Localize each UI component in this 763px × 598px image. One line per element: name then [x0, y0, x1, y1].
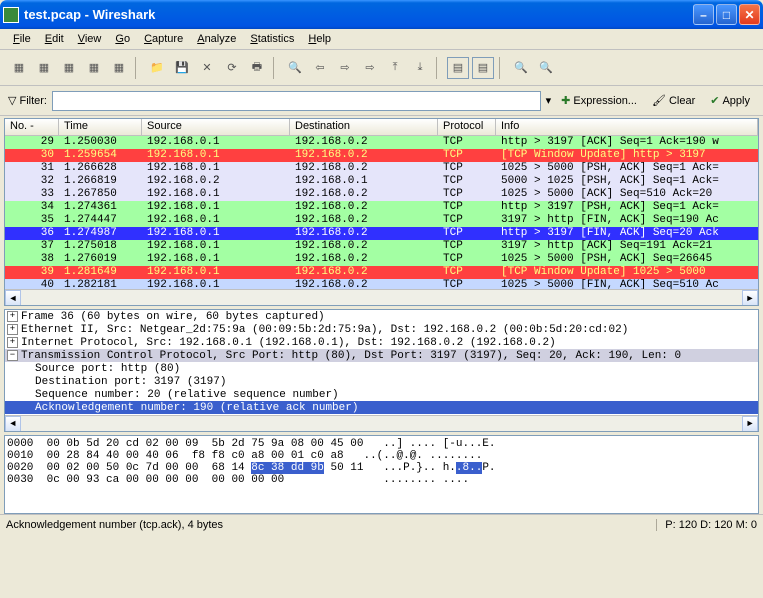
packet-list-pane: No. - Time Source Destination Protocol I… — [4, 118, 759, 306]
detail-dstport[interactable]: Destination port: 3197 (3197) — [5, 375, 758, 388]
col-protocol[interactable]: Protocol — [438, 119, 496, 135]
packet-row[interactable]: 391.281649192.168.0.1192.168.0.2TCP[TCP … — [5, 266, 758, 279]
scroll-left-icon[interactable]: ◄ — [5, 290, 21, 306]
collapse-icon[interactable]: − — [7, 350, 18, 361]
back-icon[interactable]: ⇦ — [309, 57, 331, 79]
toolbar-separator — [436, 57, 442, 79]
scroll-track[interactable] — [21, 416, 742, 431]
app-icon — [3, 7, 19, 23]
minimize-button[interactable]: – — [693, 4, 714, 25]
clear-button[interactable]: 🖌 Clear — [647, 93, 700, 108]
packet-row[interactable]: 341.274361192.168.0.1192.168.0.2TCPhttp … — [5, 201, 758, 214]
col-no[interactable]: No. - — [5, 119, 59, 135]
expand-icon[interactable]: + — [7, 337, 18, 348]
apply-button[interactable]: ✔ Apply — [705, 93, 755, 108]
packet-row[interactable]: 311.266628192.168.0.1192.168.0.2TCP1025 … — [5, 162, 758, 175]
start-capture-icon[interactable]: ▦ — [58, 57, 80, 79]
last-packet-icon[interactable]: ⤓ — [409, 57, 431, 79]
menu-file[interactable]: File — [6, 31, 38, 47]
first-packet-icon[interactable]: ⤒ — [384, 57, 406, 79]
check-icon: ✔ — [710, 94, 719, 107]
close-button[interactable]: ✕ — [739, 4, 760, 25]
packet-row[interactable]: 381.276019192.168.0.1192.168.0.2TCP1025 … — [5, 253, 758, 266]
forward-icon[interactable]: ⇨ — [334, 57, 356, 79]
packet-row[interactable]: 351.274447192.168.0.1192.168.0.2TCP3197 … — [5, 214, 758, 227]
options-icon[interactable]: ▦ — [33, 57, 55, 79]
menu-edit[interactable]: Edit — [38, 31, 71, 47]
window-titlebar: test.pcap - Wireshark – □ ✕ — [0, 0, 763, 29]
expand-icon[interactable]: + — [7, 311, 18, 322]
packet-row[interactable]: 331.267850192.168.0.1192.168.0.2TCP1025 … — [5, 188, 758, 201]
menubar: File Edit View Go Capture Analyze Statis… — [0, 29, 763, 50]
packet-bytes-pane[interactable]: 0000 00 0b 5d 20 cd 02 00 09 5b 2d 75 9a… — [4, 435, 759, 514]
menu-go[interactable]: Go — [108, 31, 137, 47]
hex-selected: 8c 38 dd 9b — [251, 462, 324, 474]
horizontal-scrollbar[interactable]: ◄ ► — [5, 415, 758, 431]
detail-frame[interactable]: +Frame 36 (60 bytes on wire, 60 bytes ca… — [5, 310, 758, 323]
detail-eth[interactable]: +Ethernet II, Src: Netgear_2d:75:9a (00:… — [5, 323, 758, 336]
maximize-button[interactable]: □ — [716, 4, 737, 25]
expand-icon[interactable]: + — [7, 324, 18, 335]
toolbar-separator — [273, 57, 279, 79]
restart-capture-icon[interactable]: ▦ — [108, 57, 130, 79]
menu-capture[interactable]: Capture — [137, 31, 190, 47]
packet-details-pane: +Frame 36 (60 bytes on wire, 60 bytes ca… — [4, 309, 759, 432]
find-icon[interactable]: 🔍 — [284, 57, 306, 79]
print-icon[interactable]: 🖶 — [246, 57, 268, 79]
detail-ip[interactable]: +Internet Protocol, Src: 192.168.0.1 (19… — [5, 336, 758, 349]
close-file-icon[interactable]: ✕ — [196, 57, 218, 79]
plus-icon: ✚ — [561, 94, 570, 107]
reload-icon[interactable]: ⟳ — [221, 57, 243, 79]
filter-label: ▽ Filter: — [8, 94, 47, 107]
horizontal-scrollbar[interactable]: ◄ ► — [5, 289, 758, 305]
scroll-right-icon[interactable]: ► — [742, 416, 758, 432]
detail-seqnum[interactable]: Sequence number: 20 (relative sequence n… — [5, 388, 758, 401]
brush-icon: 🖌 — [652, 94, 666, 107]
packet-row[interactable]: 291.250030192.168.0.1192.168.0.2TCPhttp … — [5, 136, 758, 149]
status-right: P: 120 D: 120 M: 0 — [665, 519, 757, 531]
col-destination[interactable]: Destination — [290, 119, 438, 135]
detail-acknum[interactable]: Acknowledgement number: 190 (relative ac… — [5, 401, 758, 414]
open-icon[interactable]: 📁 — [146, 57, 168, 79]
menu-help[interactable]: Help — [301, 31, 338, 47]
scroll-track[interactable] — [21, 290, 742, 305]
col-info[interactable]: Info — [496, 119, 758, 135]
menu-view[interactable]: View — [71, 31, 109, 47]
packet-row[interactable]: 301.259654192.168.0.1192.168.0.2TCP[TCP … — [5, 149, 758, 162]
menu-statistics[interactable]: Statistics — [243, 31, 301, 47]
toolbar-separator — [499, 57, 505, 79]
zoom-in-icon[interactable]: 🔍 — [510, 57, 532, 79]
autoscroll-icon[interactable]: ▤ — [472, 57, 494, 79]
filter-toolbar: ▽ Filter: ▾ ✚ Expression... 🖌 Clear ✔ Ap… — [0, 86, 763, 116]
interfaces-icon[interactable]: ▦ — [8, 57, 30, 79]
col-source[interactable]: Source — [142, 119, 290, 135]
dropdown-icon[interactable]: ▾ — [546, 94, 552, 107]
menu-analyze[interactable]: Analyze — [190, 31, 243, 47]
filter-icon: ▽ — [8, 94, 16, 107]
filter-input[interactable] — [52, 91, 541, 111]
col-time[interactable]: Time — [59, 119, 142, 135]
packet-row[interactable]: 321.266819192.168.0.2192.168.0.1TCP5000 … — [5, 175, 758, 188]
save-icon[interactable]: 💾 — [171, 57, 193, 79]
status-left: Acknowledgement number (tcp.ack), 4 byte… — [6, 519, 657, 531]
detail-srcport[interactable]: Source port: http (80) — [5, 362, 758, 375]
toolbar-separator — [135, 57, 141, 79]
packet-list-header: No. - Time Source Destination Protocol I… — [5, 119, 758, 136]
statusbar: Acknowledgement number (tcp.ack), 4 byte… — [0, 514, 763, 534]
scroll-right-icon[interactable]: ► — [742, 290, 758, 306]
expression-button[interactable]: ✚ Expression... — [556, 93, 642, 108]
detail-tcp[interactable]: −Transmission Control Protocol, Src Port… — [5, 349, 758, 362]
packet-row[interactable]: 361.274987192.168.0.1192.168.0.2TCPhttp … — [5, 227, 758, 240]
toolbar: ▦ ▦ ▦ ▦ ▦ 📁 💾 ✕ ⟳ 🖶 🔍 ⇦ ⇨ ⇨ ⤒ ⤓ ▤ ▤ 🔍 🔍 — [0, 50, 763, 86]
colorize-icon[interactable]: ▤ — [447, 57, 469, 79]
packet-list-body[interactable]: 291.250030192.168.0.1192.168.0.2TCPhttp … — [5, 136, 758, 292]
window-title: test.pcap - Wireshark — [24, 7, 693, 22]
goto-icon[interactable]: ⇨ — [359, 57, 381, 79]
zoom-out-icon[interactable]: 🔍 — [535, 57, 557, 79]
scroll-left-icon[interactable]: ◄ — [5, 416, 21, 432]
packet-row[interactable]: 371.275018192.168.0.1192.168.0.2TCP3197 … — [5, 240, 758, 253]
stop-capture-icon[interactable]: ▦ — [83, 57, 105, 79]
